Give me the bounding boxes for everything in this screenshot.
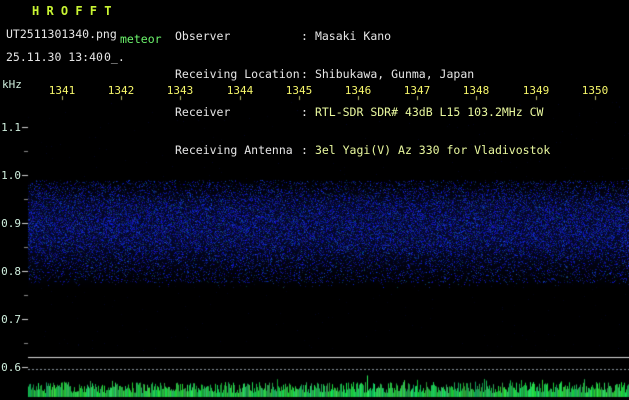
x-tick-label: 1344 bbox=[226, 84, 254, 97]
x-axis: 1341 1342 1343 1344 1345 1346 1347 1348 … bbox=[0, 0, 629, 400]
x-tick-label: 1346 bbox=[344, 84, 372, 97]
x-tick-label: 1348 bbox=[462, 84, 490, 97]
x-tick-label: 1342 bbox=[107, 84, 135, 97]
x-tick-label: 1347 bbox=[403, 84, 431, 97]
x-tick-label: 1343 bbox=[166, 84, 194, 97]
x-tick-label: 1341 bbox=[48, 84, 76, 97]
x-tick-label: 1345 bbox=[285, 84, 313, 97]
hrofft-output-screen: H R O F F T UT2511301340.png meteor 25.1… bbox=[0, 0, 629, 400]
x-tick-label: 1349 bbox=[522, 84, 550, 97]
x-tick-label: 1350 bbox=[581, 84, 609, 97]
